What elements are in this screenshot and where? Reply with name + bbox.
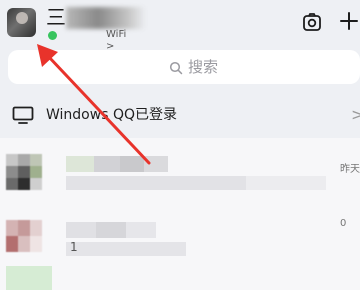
chat-item[interactable]: 1 0 — [0, 212, 360, 274]
account-name: 三 — [46, 5, 66, 29]
chat-time: 昨天 — [340, 164, 360, 175]
chat-preview-mosaic — [66, 242, 186, 256]
chat-name-mosaic — [94, 156, 120, 172]
chat-avatar — [6, 220, 52, 266]
chat-item[interactable]: 昨天 — [0, 146, 360, 208]
plus-icon[interactable] — [338, 10, 360, 32]
chevron-right-icon: > — [351, 105, 360, 124]
chat-name-mosaic — [144, 156, 168, 172]
search-bar[interactable]: 搜索 — [8, 50, 360, 84]
search-placeholder: 搜索 — [188, 58, 219, 76]
chat-avatar — [6, 266, 52, 290]
chat-name-mosaic — [126, 222, 156, 238]
top-bar: 三 WiFi > — [0, 0, 360, 52]
chat-preview-fragment: 1 — [70, 240, 78, 254]
user-avatar[interactable] — [7, 8, 36, 37]
windows-qq-login-label: Windows QQ已登录 — [46, 107, 177, 123]
online-status-dot — [48, 31, 57, 40]
chat-name-mosaic — [66, 222, 96, 238]
chat-time: 0 — [340, 218, 347, 229]
monitor-icon — [12, 106, 34, 124]
account-info[interactable]: 三 WiFi > — [46, 5, 146, 52]
chat-avatar — [6, 154, 52, 200]
search-icon — [169, 60, 183, 75]
chat-list: 昨天 1 0 — [0, 138, 360, 290]
chat-name-mosaic — [66, 156, 94, 172]
camera-icon[interactable] — [301, 11, 323, 33]
chat-name-mosaic — [96, 222, 126, 238]
chat-name-mosaic — [120, 156, 144, 172]
account-name-mosaic — [66, 7, 146, 29]
chat-preview-mosaic — [66, 176, 246, 190]
windows-qq-login-row[interactable]: Windows QQ已登录 > — [0, 99, 360, 133]
chat-preview-mosaic — [246, 176, 326, 190]
